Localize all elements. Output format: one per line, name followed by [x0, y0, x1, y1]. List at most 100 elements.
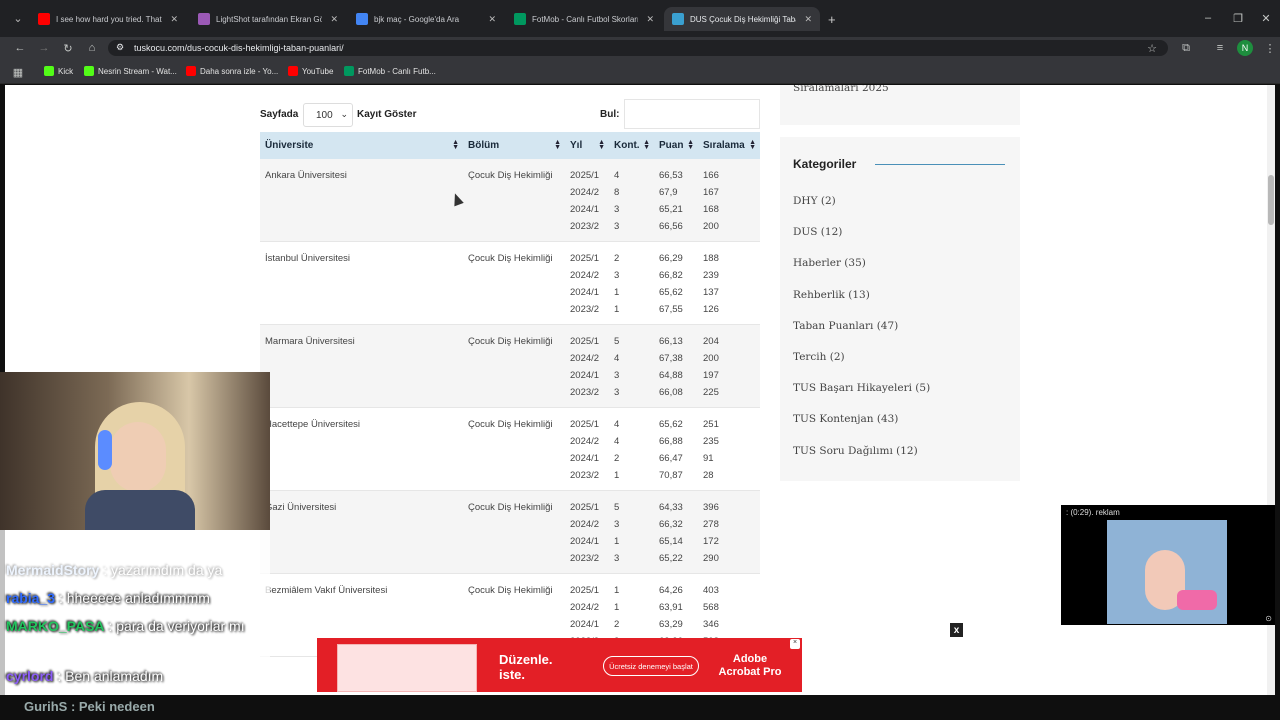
profile-avatar[interactable]: N [1237, 40, 1253, 56]
tab-close-icon[interactable]: ✕ [170, 14, 178, 25]
sira-value: 28 [703, 470, 714, 481]
bookmark-favicon-icon [44, 66, 54, 76]
video-ad-overlay[interactable]: : (0:29). reklam ⊙ [1061, 505, 1275, 625]
category-link[interactable]: TUS Soru Dağılımı (12) [793, 445, 918, 457]
chat-username: cyrlord [6, 668, 54, 684]
bookmark-star-icon[interactable]: ☆ [1144, 40, 1160, 56]
browser-tab[interactable]: DUS Çocuk Diş Hekimliği Taban ✕ [664, 7, 820, 31]
column-header[interactable]: Puan ▲ ▼ [654, 132, 698, 159]
column-header[interactable]: Üniversite ▲ ▼ [260, 132, 463, 159]
puan-value: 66,32 [659, 519, 683, 530]
tab-close-icon[interactable]: ✕ [488, 14, 496, 25]
column-header[interactable]: Sıralama ▲ ▼ [698, 132, 760, 159]
tab-close-icon[interactable]: ✕ [804, 14, 812, 25]
kont-value: 1 [614, 585, 620, 596]
cell-sira: 188 239 137 126 [698, 241, 760, 325]
browser-tab[interactable]: LightShot tarafından Ekran Gör ✕ [190, 7, 346, 31]
page-size-select[interactable]: 100 ⌄ [303, 103, 353, 127]
title-divider [875, 164, 1005, 165]
cell-years: 2025/1 2024/2 2024/1 2023/2 [565, 159, 609, 242]
column-header[interactable]: Kont. ▲ ▼ [609, 132, 654, 159]
browser-tab[interactable]: I see how hard you tried. That w ✕ [30, 7, 186, 31]
chat-message: MermaidStory : yazarımdım da ya [6, 558, 268, 582]
bookmark-item[interactable]: Kick [44, 66, 73, 76]
category-link[interactable]: DUS (12) [793, 226, 842, 238]
chat-text: : Ben anlamadım [57, 668, 164, 684]
bookmark-item[interactable]: YouTube [288, 66, 333, 76]
puan-value: 65,21 [659, 204, 683, 215]
stream-chat: MermaidStory : yazarımdım da ya rabia_3 :… [0, 530, 270, 695]
tab-search-icon[interactable]: ⌄ [10, 10, 26, 26]
years-value: 2024/2 [570, 187, 600, 198]
cell-department: Çocuk Diş Hekimliği [463, 159, 565, 242]
video-settings-icon[interactable]: ⊙ [1265, 614, 1272, 623]
column-header-label: Sıralama [703, 140, 745, 151]
tab-favicon-icon [38, 13, 50, 25]
kont-value: 1 [614, 304, 620, 315]
search-label: Bul: [600, 109, 620, 120]
streamer-face [110, 422, 166, 492]
sira-value: 167 [703, 187, 719, 198]
bottom-chat-message: GurihS : Peki nedeen [24, 699, 155, 714]
tab-close-icon[interactable]: ✕ [646, 14, 654, 25]
table-row: Ankara Üniversitesi Çocuk Diş Hekimliği 20… [260, 159, 760, 242]
bookmark-item[interactable]: FotMob - Canlı Futb... [344, 66, 436, 76]
bookmark-item[interactable]: Nesrin Stream - Wat... [84, 66, 177, 76]
home-icon[interactable]: ⌂ [84, 40, 100, 56]
forward-icon[interactable]: → [36, 40, 52, 56]
table-row: İstanbul Üniversitesi Çocuk Diş Hekimliği… [260, 241, 760, 325]
category-link[interactable]: Tercih (2) [793, 351, 845, 363]
back-icon[interactable]: ← [12, 40, 28, 56]
puan-value: 64,88 [659, 370, 683, 381]
menu-icon[interactable]: ⋮ [1262, 40, 1278, 56]
close-window-icon[interactable]: ✕ [1258, 10, 1274, 26]
search-input[interactable] [624, 99, 760, 129]
sidebar-post-title[interactable]: Sıralamaları 2025 [793, 85, 889, 94]
ad-banner[interactable]: Düzenle. iste. Ücretsiz denemeyi başlat … [317, 638, 802, 692]
new-tab-button[interactable]: + [820, 7, 844, 31]
browser-tab[interactable]: FotMob - Canlı Futbol Skorları ✕ [506, 7, 662, 31]
sira-value: 396 [703, 502, 719, 513]
sira-value: 568 [703, 602, 719, 613]
scrollbar-thumb[interactable] [1268, 175, 1274, 225]
sira-value: 200 [703, 221, 719, 232]
ad-cta-button[interactable]: Ücretsiz denemeyi başlat [603, 656, 699, 676]
category-link[interactable]: DHY (2) [793, 195, 836, 207]
apps-icon[interactable]: ▦ [10, 64, 26, 80]
column-header[interactable]: Bölüm ▲ ▼ [463, 132, 565, 159]
chat-message: cyrlord : Ben anlamadım [6, 664, 268, 688]
cell-years: 2025/1 2024/2 2024/1 2023/2 [565, 324, 609, 408]
sira-value: 126 [703, 304, 719, 315]
puan-value: 66,29 [659, 253, 683, 264]
years-value: 2024/1 [570, 370, 600, 381]
table-row: Gazi Üniversitesi Çocuk Diş Hekimliği 2025… [260, 490, 760, 574]
category-link[interactable]: Rehberlik (13) [793, 289, 870, 301]
bookmark-favicon-icon [344, 66, 354, 76]
address-bar[interactable]: ⚙ tuskocu.com/dus-cocuk-dis-hekimligi-ta… [108, 40, 1168, 56]
video-ad-label: : (0:29). reklam [1066, 508, 1120, 517]
category-link[interactable]: TUS Kontenjan (43) [793, 413, 898, 425]
column-header[interactable]: Yıl ▲ ▼ [565, 132, 609, 159]
category-link[interactable]: Taban Puanları (47) [793, 320, 898, 332]
browser-tab[interactable]: bjk maç - Google'da Ara ✕ [348, 7, 504, 31]
puan-value: 63,91 [659, 602, 683, 613]
media-icon[interactable]: ≡ [1212, 40, 1228, 56]
cell-department: Çocuk Diş Hekimliği [463, 324, 565, 408]
years-value: 2023/2 [570, 387, 600, 398]
ad-info-icon[interactable]: × [790, 639, 800, 649]
cell-puan: 66,53 67,9 65,21 66,56 [654, 159, 698, 242]
reload-icon[interactable]: ↻ [60, 40, 76, 56]
site-info-icon[interactable]: ⚙ [116, 42, 124, 53]
sira-value: 403 [703, 585, 719, 596]
cell-years: 2025/1 2024/2 2024/1 2023/2 [565, 241, 609, 325]
extensions-icon[interactable]: ⧉ [1178, 40, 1194, 56]
restore-icon[interactable]: ❐ [1230, 10, 1246, 26]
ad-close-button[interactable]: x [950, 623, 963, 637]
department-name: Çocuk Diş Hekimliği [468, 336, 553, 347]
tab-title: FotMob - Canlı Futbol Skorları [532, 14, 639, 24]
minimize-icon[interactable]: – [1200, 10, 1216, 26]
bookmark-item[interactable]: Daha sonra izle - Yo... [186, 66, 278, 76]
category-link[interactable]: TUS Başarı Hikayeleri (5) [793, 382, 930, 394]
tab-close-icon[interactable]: ✕ [330, 14, 338, 25]
category-link[interactable]: Haberler (35) [793, 257, 866, 269]
